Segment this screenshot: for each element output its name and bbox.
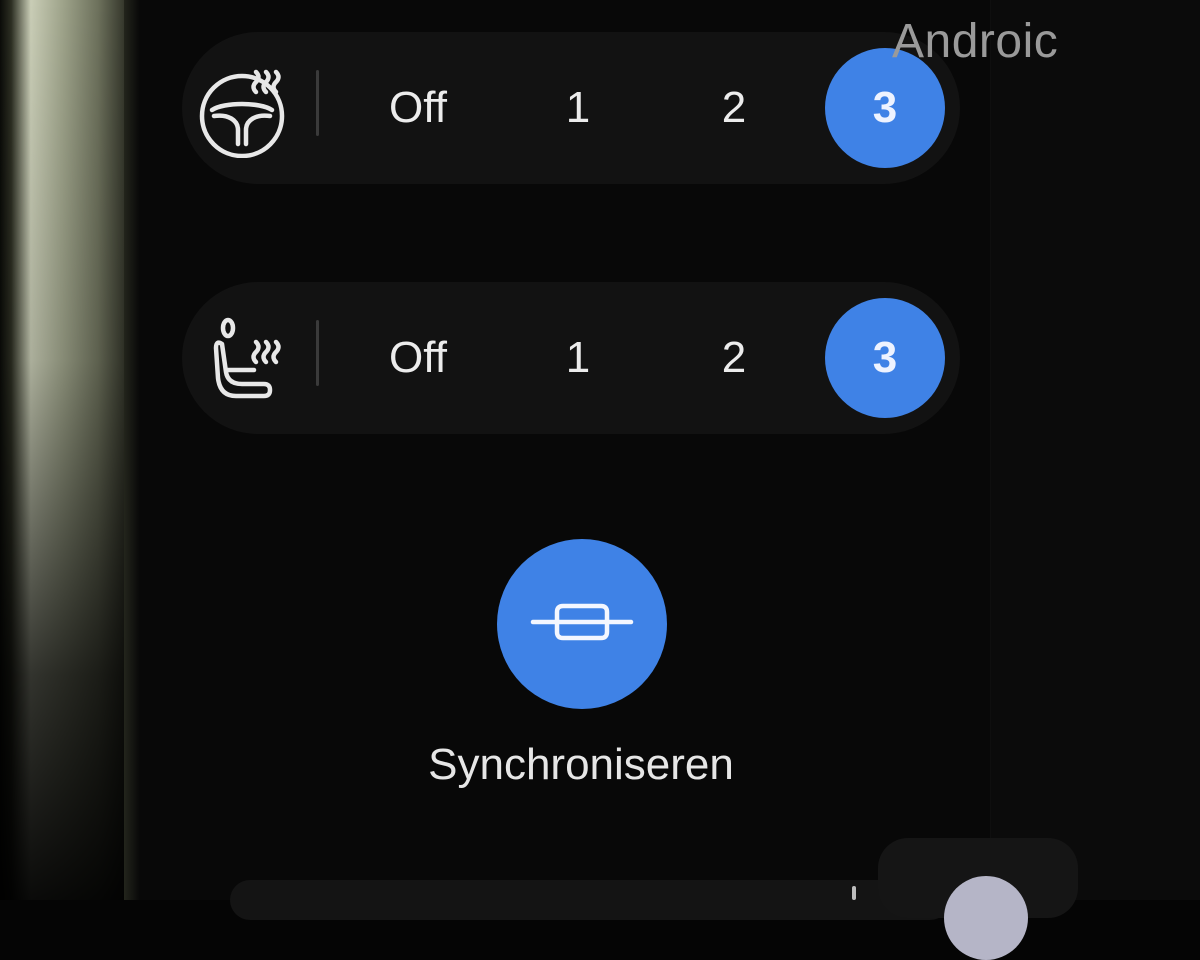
bezel-shadow (0, 0, 140, 900)
steering-heat-level-1[interactable]: 1 (518, 48, 638, 168)
seat-heat-off[interactable]: Off (358, 298, 478, 418)
side-panel-title: Androic (892, 15, 1059, 68)
steering-heat-level-2[interactable]: 2 (674, 48, 794, 168)
steering-heat-off[interactable]: Off (358, 48, 478, 168)
heated-seat-icon (196, 306, 300, 410)
seat-heat-level-2[interactable]: 2 (674, 298, 794, 418)
side-panel (990, 0, 1200, 900)
climate-panel: Off 1 2 3 Off 1 2 3 Synchroniseren (140, 0, 990, 920)
sync-link-icon (527, 592, 637, 657)
row-divider (316, 70, 319, 136)
sync-button[interactable] (497, 539, 667, 709)
infotainment-screen: Off 1 2 3 Off 1 2 3 Synchroniseren (140, 0, 1200, 920)
heated-steering-wheel-icon (196, 56, 300, 160)
row-divider (316, 320, 319, 386)
bezel-edge (124, 0, 140, 900)
seat-heat-row: Off 1 2 3 (182, 282, 960, 434)
sync-label: Synchroniseren (428, 740, 734, 789)
seat-heat-level-1[interactable]: 1 (518, 298, 638, 418)
steering-heat-row: Off 1 2 3 (182, 32, 960, 184)
seat-heat-level-3[interactable]: 3 (825, 298, 945, 418)
bottom-control-bar[interactable] (230, 880, 950, 920)
avatar[interactable] (944, 876, 1028, 960)
bottom-bar-marker (852, 886, 856, 900)
